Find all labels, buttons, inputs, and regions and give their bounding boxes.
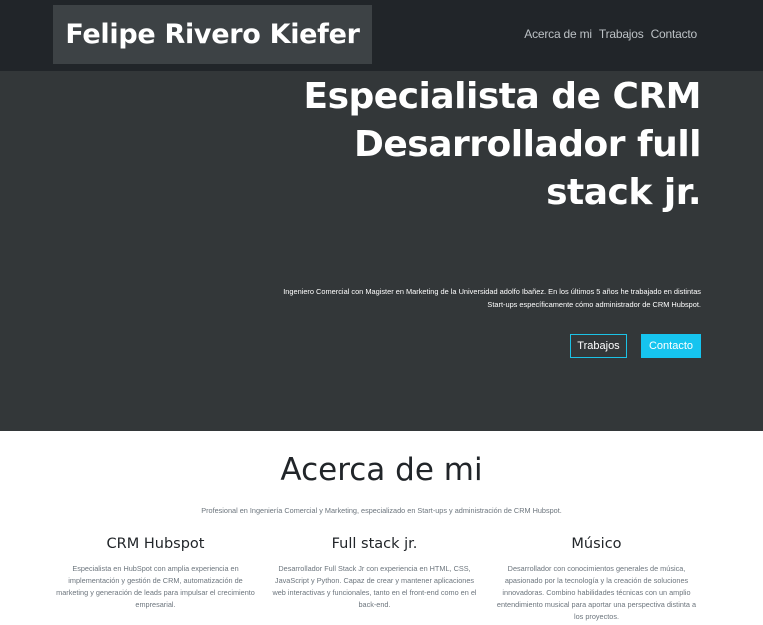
brand-logo[interactable]: Felipe Rivero Kiefer xyxy=(53,5,372,64)
nav-links: Acerca de mi Trabajos Contacto xyxy=(524,27,697,41)
about-column-text: Desarrollador con conocimientos generale… xyxy=(496,564,697,621)
hero-title: Especialista de CRM Desarrollador full s… xyxy=(303,76,701,213)
about-column-text: Desarrollador Full Stack Jr con experien… xyxy=(272,564,477,609)
hero-description: Ingeniero Comercial con Magister en Mark… xyxy=(283,287,701,309)
about-column-title: Músico xyxy=(571,536,622,552)
navbar: Felipe Rivero Kiefer Acerca de mi Trabaj… xyxy=(0,0,763,71)
contacto-button[interactable]: Contacto xyxy=(641,334,701,358)
about-column-text: Especialista en HubSpot con amplia exper… xyxy=(56,564,255,609)
nav-link-acerca[interactable]: Acerca de mi xyxy=(524,27,592,41)
trabajos-button[interactable]: Trabajos xyxy=(570,334,627,358)
about-column-fullstack: Full stack jr. Desarrollador Full Stack … xyxy=(272,536,477,611)
about-title: Acerca de mi xyxy=(280,452,483,488)
about-column-crm: CRM Hubspot Especialista en HubSpot con … xyxy=(53,536,258,611)
nav-link-trabajos[interactable]: Trabajos xyxy=(599,27,644,41)
hero-section: Especialista de CRM Desarrollador full s… xyxy=(0,71,763,431)
nav-link-contacto[interactable]: Contacto xyxy=(651,27,698,41)
about-subtitle: Profesional en Ingeniería Comercial y Ma… xyxy=(201,506,562,515)
about-column-musico: Músico Desarrollador con conocimientos g… xyxy=(494,536,699,623)
about-column-title: CRM Hubspot xyxy=(106,536,205,552)
about-column-title: Full stack jr. xyxy=(331,536,418,552)
